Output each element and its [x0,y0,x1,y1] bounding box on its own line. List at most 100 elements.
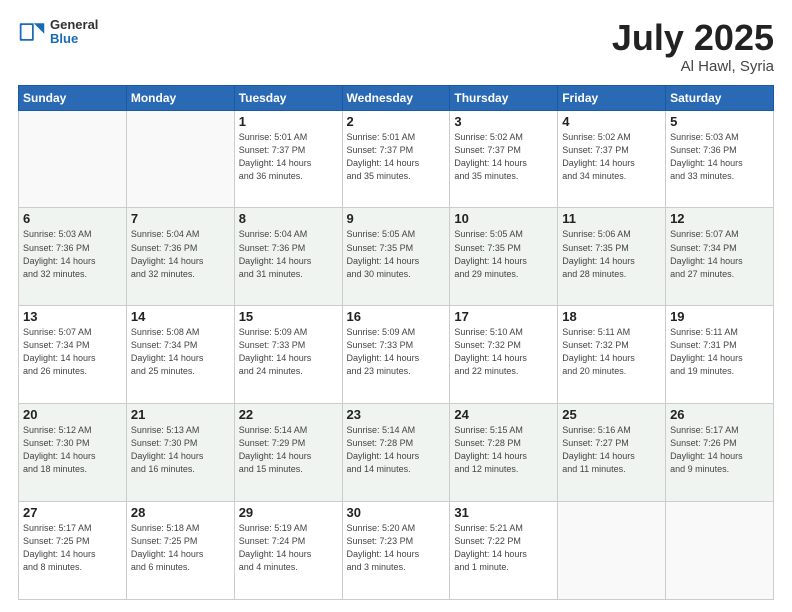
week-row-2: 6 Sunrise: 5:03 AM Sunset: 7:36 PM Daylig… [19,208,774,306]
day-info: Sunrise: 5:13 AM Sunset: 7:30 PM Dayligh… [131,424,230,476]
weekday-header-sunday: Sunday [19,85,127,110]
day-number: 14 [131,309,230,324]
day-info: Sunrise: 5:03 AM Sunset: 7:36 PM Dayligh… [23,228,122,280]
day-info: Sunrise: 5:09 AM Sunset: 7:33 PM Dayligh… [239,326,338,378]
day-number: 28 [131,505,230,520]
day-info: Sunrise: 5:20 AM Sunset: 7:23 PM Dayligh… [347,522,446,574]
day-info: Sunrise: 5:17 AM Sunset: 7:26 PM Dayligh… [670,424,769,476]
day-info: Sunrise: 5:07 AM Sunset: 7:34 PM Dayligh… [670,228,769,280]
day-info: Sunrise: 5:03 AM Sunset: 7:36 PM Dayligh… [670,131,769,183]
day-number: 30 [347,505,446,520]
calendar-cell [19,110,127,208]
day-info: Sunrise: 5:11 AM Sunset: 7:32 PM Dayligh… [562,326,661,378]
day-info: Sunrise: 5:06 AM Sunset: 7:35 PM Dayligh… [562,228,661,280]
day-number: 3 [454,114,553,129]
calendar-cell: 22 Sunrise: 5:14 AM Sunset: 7:29 PM Dayli… [234,404,342,502]
week-row-3: 13 Sunrise: 5:07 AM Sunset: 7:34 PM Dayli… [19,306,774,404]
calendar-cell: 30 Sunrise: 5:20 AM Sunset: 7:23 PM Dayli… [342,502,450,600]
day-number: 7 [131,211,230,226]
title-block: July 2025 Al Hawl, Syria [612,18,774,75]
week-row-5: 27 Sunrise: 5:17 AM Sunset: 7:25 PM Dayli… [19,502,774,600]
day-info: Sunrise: 5:02 AM Sunset: 7:37 PM Dayligh… [562,131,661,183]
calendar-cell: 9 Sunrise: 5:05 AM Sunset: 7:35 PM Daylig… [342,208,450,306]
weekday-header-saturday: Saturday [666,85,774,110]
page: General Blue July 2025 Al Hawl, Syria Su… [0,0,792,612]
day-info: Sunrise: 5:19 AM Sunset: 7:24 PM Dayligh… [239,522,338,574]
calendar-cell: 28Sunrise: 5:18 AM Sunset: 7:25 PM Dayli… [126,502,234,600]
weekday-header-tuesday: Tuesday [234,85,342,110]
day-number: 24 [454,407,553,422]
calendar-cell: 16 Sunrise: 5:09 AM Sunset: 7:33 PM Dayli… [342,306,450,404]
day-number: 11 [562,211,661,226]
day-info: Sunrise: 5:05 AM Sunset: 7:35 PM Dayligh… [347,228,446,280]
day-number: 16 [347,309,446,324]
calendar-cell [558,502,666,600]
day-number: 1 [239,114,338,129]
calendar-cell: 18 Sunrise: 5:11 AM Sunset: 7:32 PM Dayli… [558,306,666,404]
day-info: Sunrise: 5:02 AM Sunset: 7:37 PM Dayligh… [454,131,553,183]
day-info: Sunrise: 5:04 AM Sunset: 7:36 PM Dayligh… [239,228,338,280]
calendar-cell: 31 Sunrise: 5:21 AM Sunset: 7:22 PM Dayli… [450,502,558,600]
day-info: Sunrise: 5:14 AM Sunset: 7:28 PM Dayligh… [347,424,446,476]
calendar-cell: 11 Sunrise: 5:06 AM Sunset: 7:35 PM Dayli… [558,208,666,306]
calendar-cell: 7Sunrise: 5:04 AM Sunset: 7:36 PM Daylig… [126,208,234,306]
calendar-cell: 12 Sunrise: 5:07 AM Sunset: 7:34 PM Dayli… [666,208,774,306]
day-number: 23 [347,407,446,422]
logo: General Blue [18,18,98,47]
calendar-cell: 24 Sunrise: 5:15 AM Sunset: 7:28 PM Dayli… [450,404,558,502]
logo-blue: Blue [50,32,98,46]
day-number: 12 [670,211,769,226]
day-info: Sunrise: 5:15 AM Sunset: 7:28 PM Dayligh… [454,424,553,476]
weekday-header-wednesday: Wednesday [342,85,450,110]
calendar-cell: 14Sunrise: 5:08 AM Sunset: 7:34 PM Dayli… [126,306,234,404]
calendar-cell: 21Sunrise: 5:13 AM Sunset: 7:30 PM Dayli… [126,404,234,502]
day-number: 9 [347,211,446,226]
day-number: 31 [454,505,553,520]
day-number: 6 [23,211,122,226]
week-row-4: 20 Sunrise: 5:12 AM Sunset: 7:30 PM Dayli… [19,404,774,502]
day-number: 20 [23,407,122,422]
day-info: Sunrise: 5:16 AM Sunset: 7:27 PM Dayligh… [562,424,661,476]
day-info: Sunrise: 5:10 AM Sunset: 7:32 PM Dayligh… [454,326,553,378]
day-info: Sunrise: 5:07 AM Sunset: 7:34 PM Dayligh… [23,326,122,378]
day-info: Sunrise: 5:05 AM Sunset: 7:35 PM Dayligh… [454,228,553,280]
calendar-table: SundayMondayTuesdayWednesdayThursdayFrid… [18,85,774,600]
day-number: 26 [670,407,769,422]
calendar-cell: 3 Sunrise: 5:02 AM Sunset: 7:37 PM Daylig… [450,110,558,208]
calendar-cell: 5Sunrise: 5:03 AM Sunset: 7:36 PM Daylig… [666,110,774,208]
title-location: Al Hawl, Syria [612,58,774,75]
day-number: 10 [454,211,553,226]
header: General Blue July 2025 Al Hawl, Syria [18,18,774,75]
calendar-cell [666,502,774,600]
day-info: Sunrise: 5:12 AM Sunset: 7:30 PM Dayligh… [23,424,122,476]
day-info: Sunrise: 5:17 AM Sunset: 7:25 PM Dayligh… [23,522,122,574]
calendar-cell: 27 Sunrise: 5:17 AM Sunset: 7:25 PM Dayli… [19,502,127,600]
logo-general: General [50,18,98,32]
day-number: 2 [347,114,446,129]
calendar-cell: 2 Sunrise: 5:01 AM Sunset: 7:37 PM Daylig… [342,110,450,208]
weekday-header-thursday: Thursday [450,85,558,110]
calendar-cell: 25 Sunrise: 5:16 AM Sunset: 7:27 PM Dayli… [558,404,666,502]
day-number: 27 [23,505,122,520]
calendar-cell: 8Sunrise: 5:04 AM Sunset: 7:36 PM Daylig… [234,208,342,306]
day-number: 25 [562,407,661,422]
calendar-cell: 15Sunrise: 5:09 AM Sunset: 7:33 PM Dayli… [234,306,342,404]
day-number: 13 [23,309,122,324]
day-info: Sunrise: 5:21 AM Sunset: 7:22 PM Dayligh… [454,522,553,574]
day-number: 4 [562,114,661,129]
day-number: 18 [562,309,661,324]
day-number: 22 [239,407,338,422]
day-number: 19 [670,309,769,324]
logo-icon [18,18,46,46]
weekday-header-friday: Friday [558,85,666,110]
day-info: Sunrise: 5:14 AM Sunset: 7:29 PM Dayligh… [239,424,338,476]
title-month: July 2025 [612,18,774,58]
calendar-cell: 10 Sunrise: 5:05 AM Sunset: 7:35 PM Dayli… [450,208,558,306]
day-number: 29 [239,505,338,520]
calendar-cell: 29 Sunrise: 5:19 AM Sunset: 7:24 PM Dayli… [234,502,342,600]
day-info: Sunrise: 5:09 AM Sunset: 7:33 PM Dayligh… [347,326,446,378]
day-info: Sunrise: 5:01 AM Sunset: 7:37 PM Dayligh… [347,131,446,183]
calendar-cell: 4 Sunrise: 5:02 AM Sunset: 7:37 PM Daylig… [558,110,666,208]
calendar-cell: 23 Sunrise: 5:14 AM Sunset: 7:28 PM Dayli… [342,404,450,502]
day-info: Sunrise: 5:11 AM Sunset: 7:31 PM Dayligh… [670,326,769,378]
